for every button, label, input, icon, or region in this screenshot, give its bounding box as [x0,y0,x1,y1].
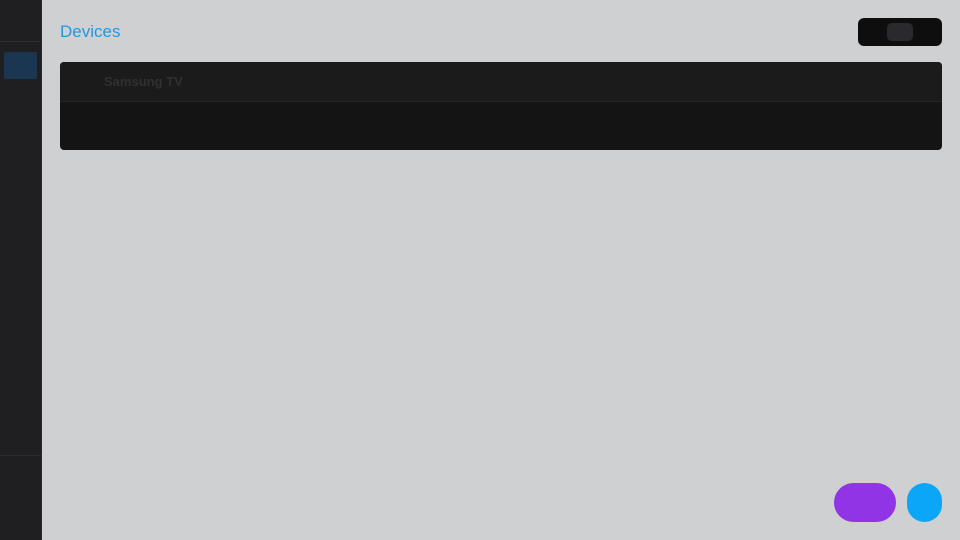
page-title: Devices [60,22,121,41]
header-toggle[interactable] [858,18,942,46]
secondary-action-button[interactable] [907,483,942,522]
device-row[interactable]: Samsung TV [60,62,942,102]
sidebar-divider-bottom [0,455,41,456]
app-window: Devices Samsung TV [0,0,960,540]
toggle-knob [887,23,913,41]
sidebar [0,0,42,540]
sidebar-item-active[interactable] [4,52,37,79]
primary-action-button[interactable] [834,483,896,522]
device-name: Samsung TV [104,74,183,89]
device-panel: Samsung TV [60,62,942,150]
sidebar-divider-top [0,41,41,42]
